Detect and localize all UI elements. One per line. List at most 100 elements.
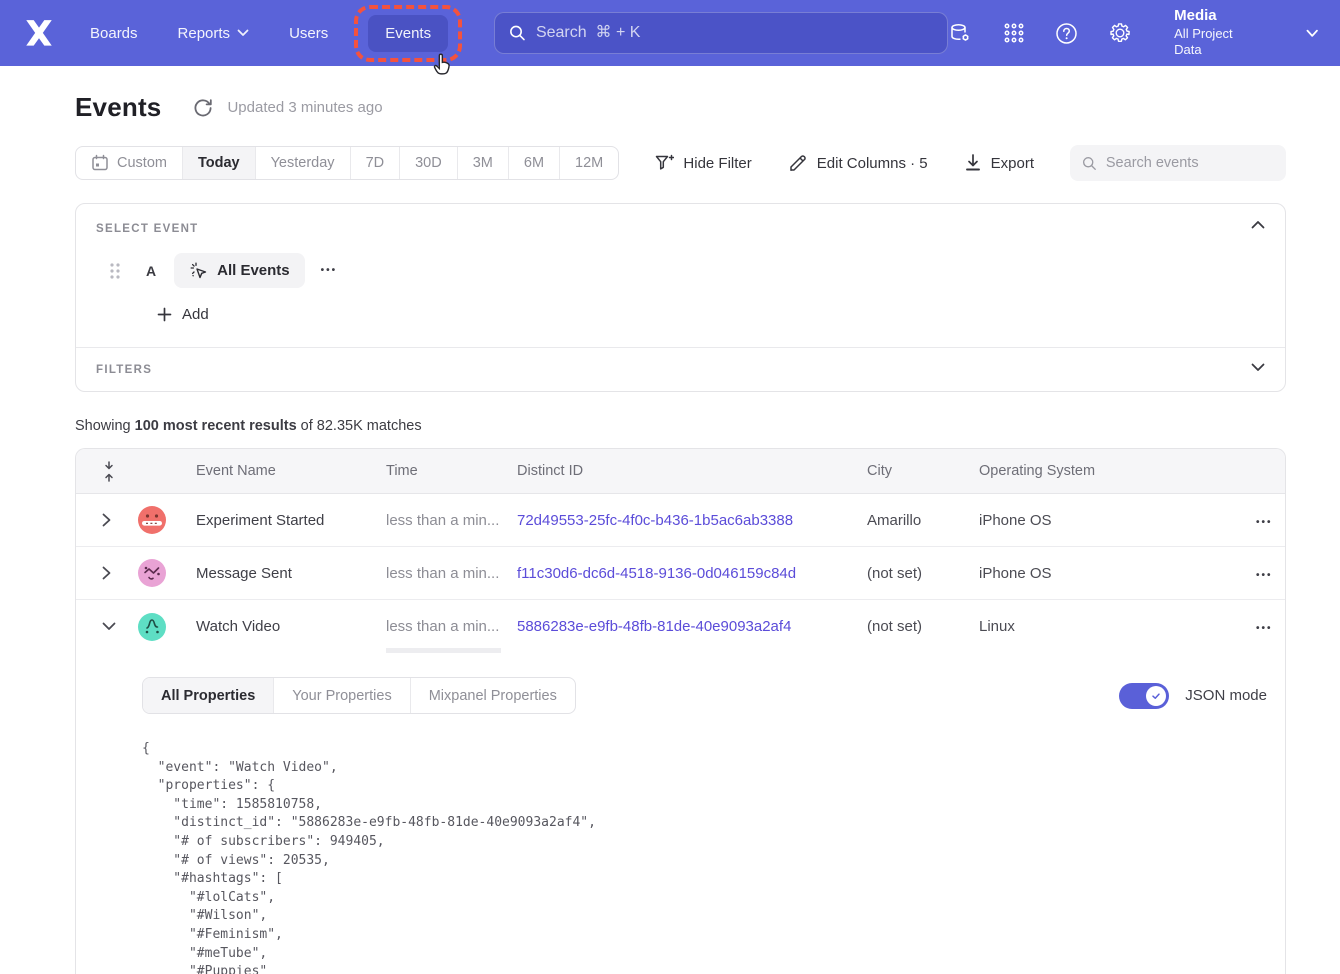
json-viewer: { "event": "Watch Video", "properties": … xyxy=(142,740,1267,974)
drag-handle-icon[interactable] xyxy=(108,261,122,281)
mixpanel-logo-icon[interactable] xyxy=(22,18,56,48)
chevron-down-icon xyxy=(237,29,249,37)
hide-filter-button[interactable]: Hide Filter xyxy=(654,153,751,173)
table-header-row: Event Name Time Distinct ID City Operati… xyxy=(76,449,1285,494)
nav-item-boards[interactable]: Boards xyxy=(90,25,138,42)
event-selector-button[interactable]: All Events xyxy=(174,253,305,288)
date-option-12m[interactable]: 12M xyxy=(559,147,618,179)
project-name: Media xyxy=(1174,7,1259,26)
table-row[interactable]: Experiment Started less than a min... 72… xyxy=(76,494,1285,547)
project-selector[interactable]: Media All Project Data xyxy=(1174,7,1259,58)
json-mode-label: JSON mode xyxy=(1185,687,1267,704)
events-page: Boards Reports Users Events xyxy=(0,0,1340,974)
json-mode-control: JSON mode xyxy=(1119,683,1267,709)
date-option-yesterday[interactable]: Yesterday xyxy=(255,147,350,179)
date-option-7d[interactable]: 7D xyxy=(350,147,400,179)
toggle-knob xyxy=(1146,686,1166,706)
search-events-input[interactable] xyxy=(1106,155,1274,171)
column-header[interactable]: City xyxy=(867,463,979,479)
json-mode-toggle[interactable] xyxy=(1119,683,1169,709)
tab-mixpanel-properties[interactable]: Mixpanel Properties xyxy=(410,678,575,713)
edit-columns-button[interactable]: Edit Columns · 5 xyxy=(788,153,928,173)
row-more-button[interactable]: ••• xyxy=(1256,570,1273,581)
date-option-30d[interactable]: 30D xyxy=(399,147,457,179)
column-header[interactable]: Event Name xyxy=(196,463,386,479)
expand-row-icon[interactable] xyxy=(76,513,121,527)
event-row-letter: A xyxy=(146,263,156,279)
date-option-label: 30D xyxy=(415,155,442,171)
date-option-3m[interactable]: 3M xyxy=(457,147,508,179)
properties-tabs: All Properties Your Properties Mixpanel … xyxy=(142,677,576,714)
data-management-icon[interactable] xyxy=(948,21,972,45)
event-time: less than a min... xyxy=(386,618,517,635)
controls-row: Custom Today Yesterday 7D 30D 3M 6M 12M … xyxy=(75,145,1286,181)
date-option-custom[interactable]: Custom xyxy=(76,147,182,179)
help-icon[interactable] xyxy=(1055,21,1078,45)
search-icon xyxy=(509,24,526,42)
settings-gear-icon[interactable] xyxy=(1108,21,1132,45)
expand-row-icon[interactable] xyxy=(76,566,121,580)
check-icon xyxy=(1150,690,1162,702)
column-header[interactable]: Time xyxy=(386,463,517,479)
project-scope: All Project Data xyxy=(1174,26,1259,59)
event-row-more-button[interactable]: ••• xyxy=(321,265,338,276)
date-option-label: Custom xyxy=(117,155,167,171)
nav-label: Events xyxy=(385,25,431,42)
chevron-down-icon[interactable] xyxy=(1251,363,1265,372)
event-name: Message Sent xyxy=(196,565,386,582)
event-selector-label: All Events xyxy=(217,262,290,279)
event-avatar xyxy=(138,559,166,587)
edit-columns-label: Edit Columns · 5 xyxy=(817,155,928,172)
search-events xyxy=(1070,145,1286,181)
event-city: Amarillo xyxy=(867,512,979,529)
results-count: 100 most recent results xyxy=(135,418,297,434)
distinct-id-link[interactable]: f11c30d6-dc6d-4518-9136-0d046159c84d xyxy=(517,565,796,582)
refresh-icon[interactable] xyxy=(193,98,213,118)
download-icon xyxy=(964,153,982,173)
time-cell-underline xyxy=(386,648,501,653)
nav-item-reports[interactable]: Reports xyxy=(178,25,250,42)
add-event-button[interactable]: Add xyxy=(157,306,1263,323)
global-search-input[interactable] xyxy=(536,24,933,42)
global-search xyxy=(494,12,948,54)
distinct-id-link[interactable]: 5886283e-e9fb-48fb-81de-40e9093a2af4 xyxy=(517,618,791,635)
select-event-label: SELECT EVENT xyxy=(96,223,1263,235)
date-range-control: Custom Today Yesterday 7D 30D 3M 6M 12M xyxy=(75,146,619,180)
click-spark-icon xyxy=(189,261,208,280)
date-option-today[interactable]: Today xyxy=(182,147,255,179)
calendar-icon xyxy=(91,154,109,172)
date-option-label: Today xyxy=(198,155,240,171)
top-navbar: Boards Reports Users Events xyxy=(0,0,1340,66)
event-avatar xyxy=(138,613,166,641)
events-table: Event Name Time Distinct ID City Operati… xyxy=(75,448,1286,974)
event-avatar xyxy=(138,506,166,534)
date-option-label: 6M xyxy=(524,155,544,171)
nav-label: Boards xyxy=(90,25,138,42)
chevron-down-icon[interactable] xyxy=(1306,29,1318,38)
page-title: Events xyxy=(75,92,161,123)
column-header[interactable]: Operating System xyxy=(979,463,1186,479)
page-header: Events Updated 3 minutes ago xyxy=(75,92,1286,123)
column-header[interactable]: Distinct ID xyxy=(517,463,867,479)
filters-section[interactable]: FILTERS xyxy=(76,347,1285,391)
nav-item-events[interactable]: Events xyxy=(368,15,448,52)
tab-all-properties[interactable]: All Properties xyxy=(143,678,273,713)
tab-your-properties[interactable]: Your Properties xyxy=(273,678,409,713)
export-button[interactable]: Export xyxy=(964,153,1034,173)
distinct-id-link[interactable]: 72d49553-25fc-4f0c-b436-1b5ac6ab3388 xyxy=(517,512,793,529)
add-label: Add xyxy=(182,306,209,323)
row-more-button[interactable]: ••• xyxy=(1256,623,1273,634)
event-os: iPhone OS xyxy=(979,565,1186,582)
date-option-6m[interactable]: 6M xyxy=(508,147,559,179)
nav-item-users[interactable]: Users xyxy=(289,25,328,42)
collapse-all-icon[interactable] xyxy=(76,461,121,482)
row-more-button[interactable]: ••• xyxy=(1256,517,1273,528)
main-nav: Boards Reports Users Events xyxy=(90,15,448,52)
table-row-expanded[interactable]: Watch Video less than a min... 5886283e-… xyxy=(76,600,1285,653)
event-name: Experiment Started xyxy=(196,512,386,529)
chevron-up-icon[interactable] xyxy=(1251,220,1265,229)
apps-grid-icon[interactable] xyxy=(1002,21,1025,45)
collapse-row-icon[interactable] xyxy=(76,622,121,631)
table-row[interactable]: Message Sent less than a min... f11c30d6… xyxy=(76,547,1285,600)
event-query-row: A All Events ••• xyxy=(96,253,1263,288)
